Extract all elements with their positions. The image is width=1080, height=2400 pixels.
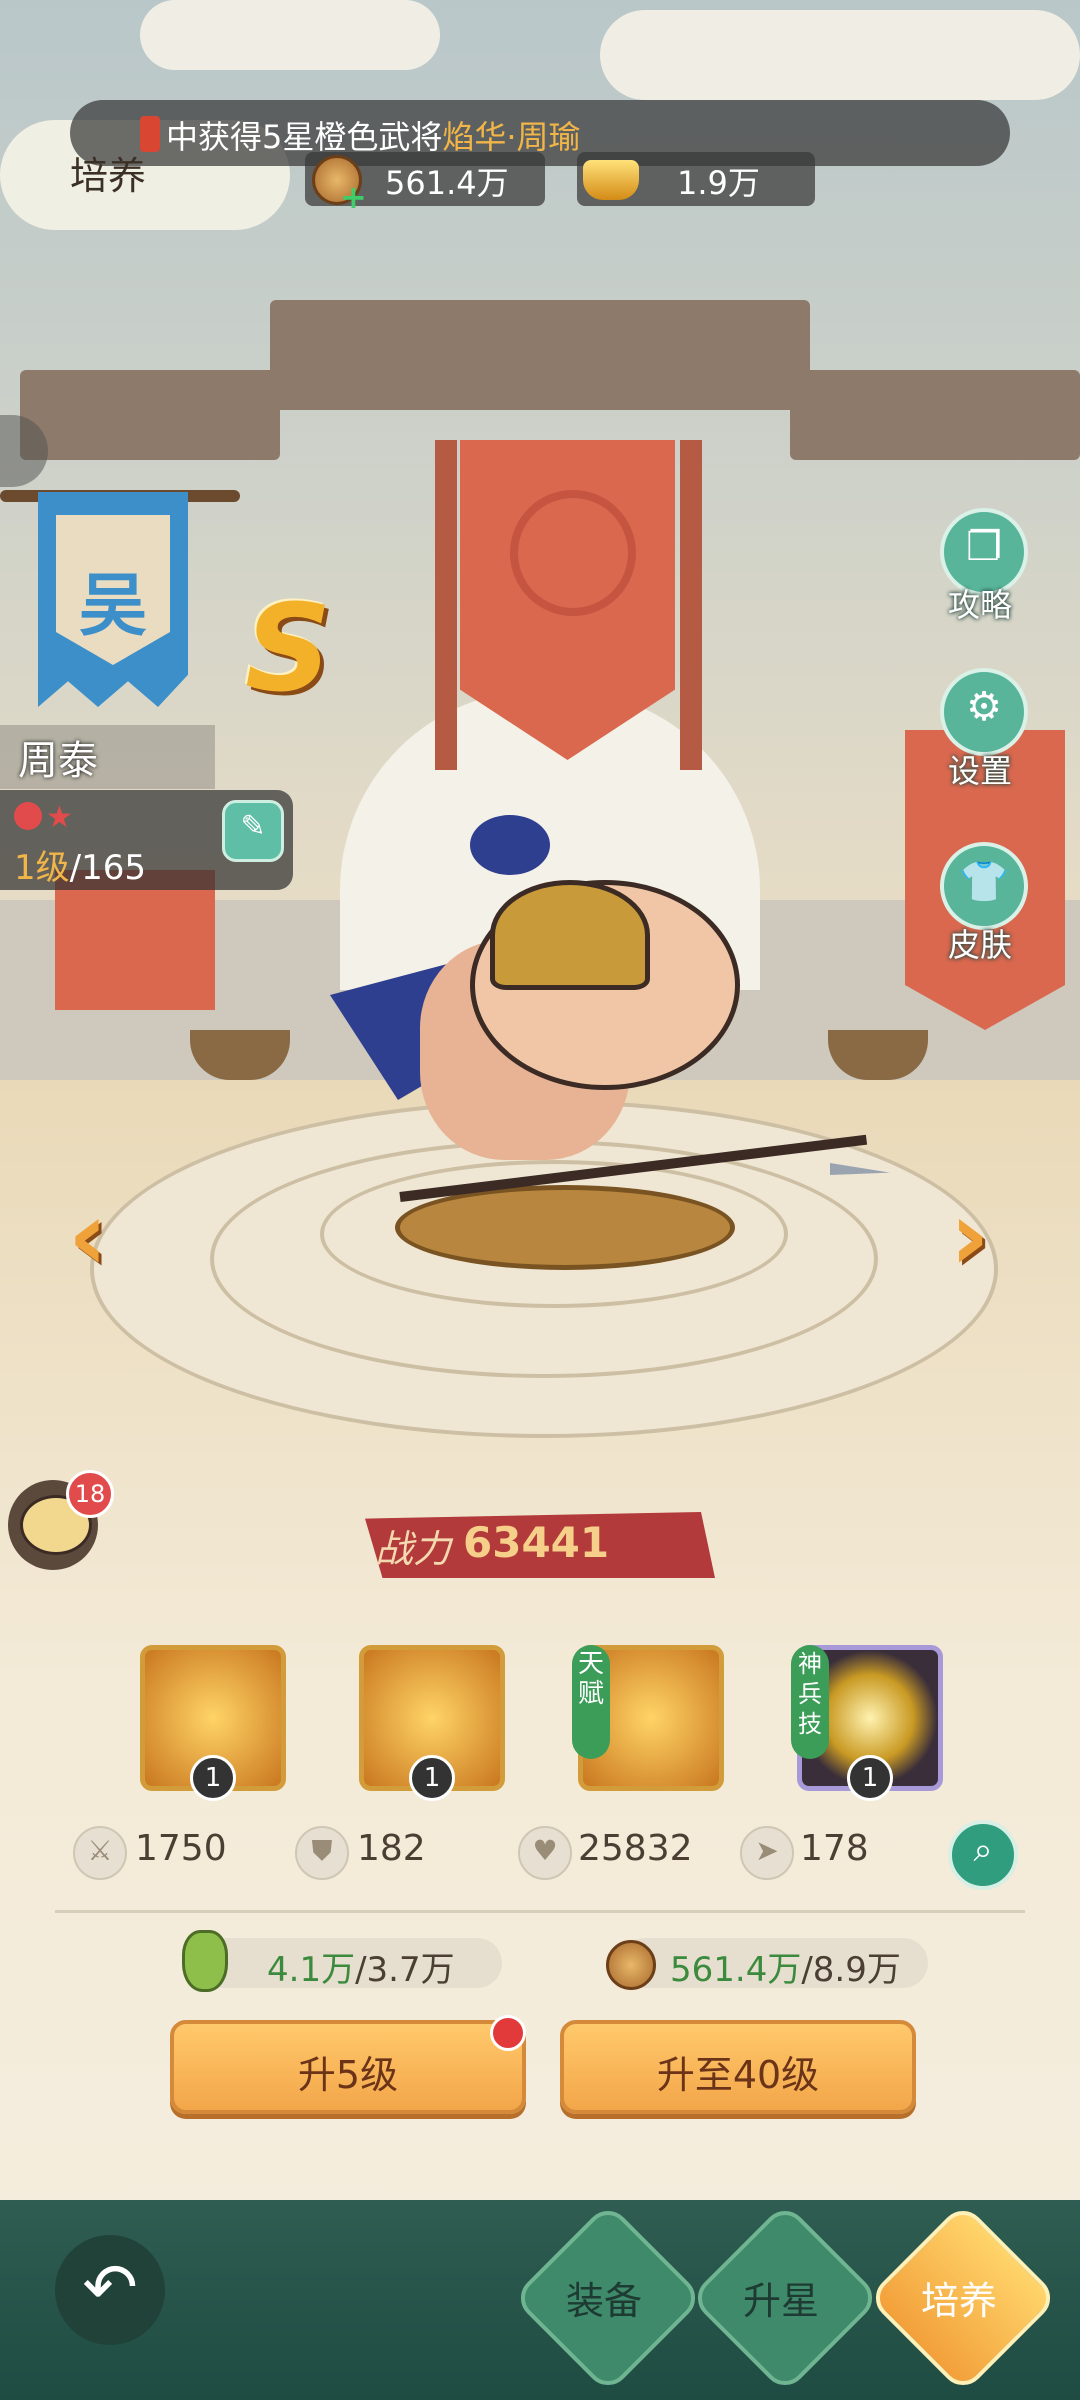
skill-2-level: 1 [409, 1755, 455, 1801]
prev-hero-arrow[interactable]: ‹ [68, 1180, 128, 1292]
exp-potion-icon [182, 1930, 228, 1992]
dragon-emblem [510, 490, 636, 616]
page-title: 培养 [70, 154, 147, 198]
tab-train-label: 培养 [920, 2279, 997, 2323]
settings-button[interactable]: ⚙ [940, 668, 1028, 756]
back-button[interactable]: ↶ [55, 2235, 165, 2345]
star-icon: ★ [46, 800, 73, 835]
divider [55, 1910, 1025, 1913]
skill-4-level: 1 [847, 1755, 893, 1801]
brazier-right [828, 1030, 928, 1080]
settings-label: 设置 [947, 752, 1012, 790]
chevron-left-icon: ‹ [68, 1180, 108, 1292]
hero-pedestal [395, 1185, 735, 1270]
chat-badge: 18 [66, 1470, 114, 1518]
gold-ingot-icon [583, 160, 639, 200]
ticker-hero-name: 焰华·周瑜 [442, 118, 581, 156]
divine-weapon-tag: 神兵技 [791, 1645, 829, 1759]
gate-pillar [435, 440, 457, 770]
defense-value: 182 [357, 1828, 426, 1869]
guide-label: 攻略 [947, 586, 1012, 624]
next-hero-arrow[interactable]: › [950, 1180, 1010, 1292]
brazier-left [190, 1030, 290, 1080]
hp-icon: ♥ [518, 1826, 572, 1880]
skin-label: 皮肤 [947, 926, 1012, 964]
hero-helmet [490, 880, 650, 990]
talent-tag: 天赋 [572, 1645, 610, 1759]
notification-dot [490, 2015, 526, 2051]
speed-value: 178 [800, 1828, 869, 1869]
faction-label: 吴 [78, 567, 147, 646]
attack-icon: ⚔ [73, 1826, 127, 1880]
gold-value: 1.9万 [677, 164, 760, 202]
temple-roof-right [790, 370, 1080, 460]
side-banner-left [55, 870, 215, 1010]
copper-cost: 561.4万/8.9万 [670, 1950, 901, 1990]
upgrade-5-button[interactable]: 升5级 [170, 2020, 526, 2114]
exp-cost: 4.1万/3.7万 [267, 1950, 455, 1990]
hero-name: 周泰 [18, 738, 98, 784]
search-icon: ⌕ [973, 1830, 993, 1870]
defense-icon: ⛊ [295, 1826, 349, 1880]
power-value: 63441 [463, 1518, 610, 1567]
chevron-right-icon: › [950, 1180, 990, 1292]
tag-icon: ✎ [240, 809, 266, 844]
temple-roof [270, 300, 810, 410]
upgrade-to-40-button[interactable]: 升至40级 [560, 2020, 916, 2114]
temple-roof-left [20, 370, 280, 460]
copper-value: 561.4万 [385, 164, 509, 202]
book-icon: ❐ [966, 524, 1002, 570]
power-label: 战力 [375, 1527, 452, 1571]
skin-button[interactable]: 👕 [940, 842, 1028, 930]
speed-icon: ➤ [740, 1826, 794, 1880]
attack-value: 1750 [135, 1828, 227, 1869]
hero-level: 1级/165 [14, 848, 146, 888]
rank-badge: S [245, 580, 332, 719]
tab-equip-label: 装备 [565, 2279, 642, 2323]
skill-1-level: 1 [190, 1755, 236, 1801]
gear-icon: ⚙ [966, 684, 1002, 730]
cloud [140, 0, 440, 70]
edit-tag-button[interactable]: ✎ [222, 800, 284, 862]
add-copper-icon[interactable]: + [340, 178, 367, 216]
stat-detail-button[interactable]: ⌕ [948, 1820, 1018, 1890]
shirt-icon: 👕 [959, 859, 1009, 905]
copper-coin-icon [606, 1940, 656, 1990]
gate-pillar [680, 440, 702, 770]
back-arrow-icon: ↶ [82, 2249, 138, 2326]
moon-icon [14, 802, 42, 830]
hero-plume [470, 815, 550, 875]
tab-star-label: 升星 [742, 2279, 819, 2323]
cloud [600, 10, 1080, 100]
hp-value: 25832 [578, 1828, 693, 1869]
